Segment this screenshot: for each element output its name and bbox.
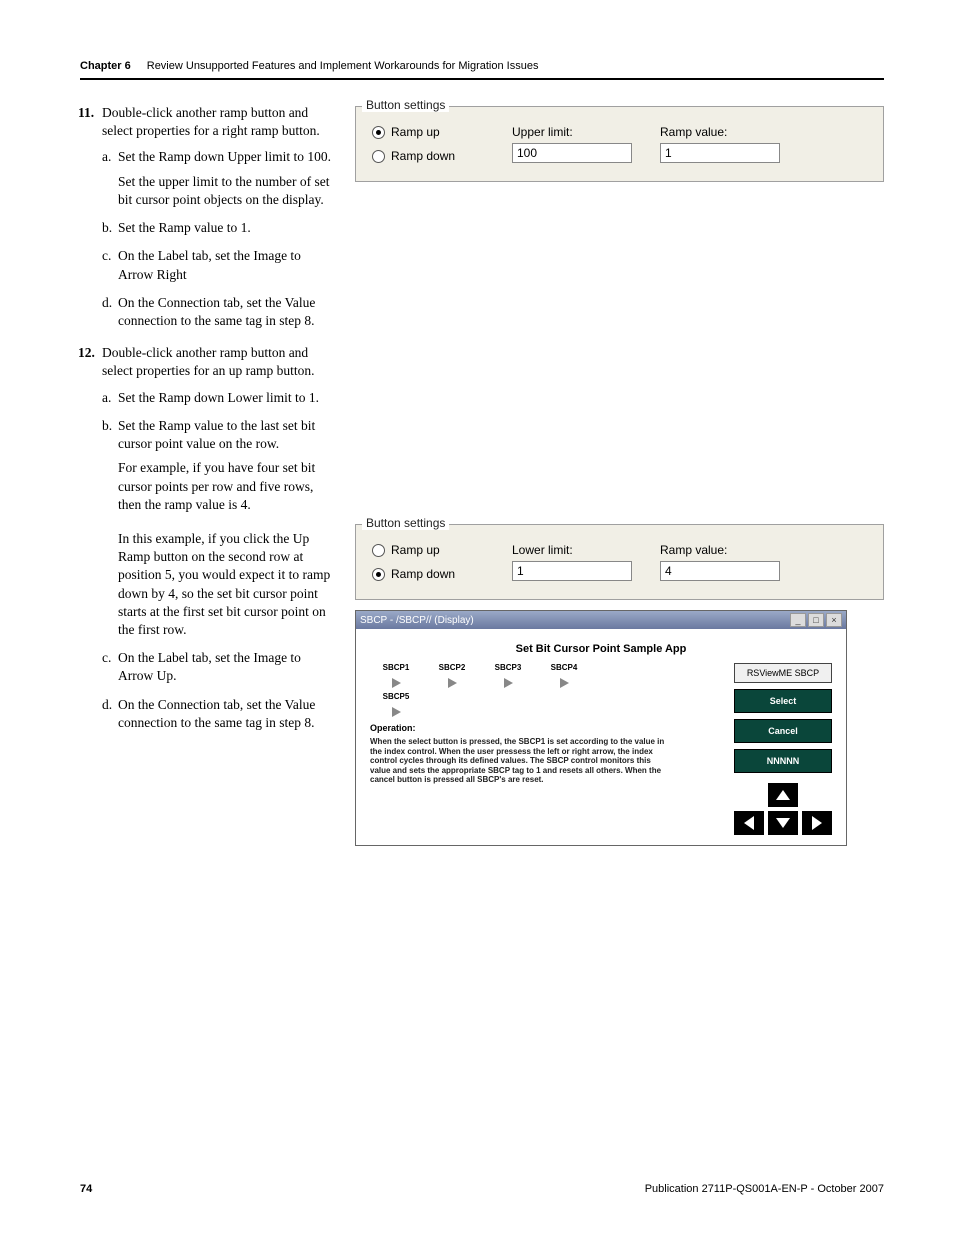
upper-limit-label: Upper limit:	[512, 125, 632, 139]
radio-ramp-up[interactable]: Ramp up	[372, 543, 512, 557]
page-container: Chapter 6 Review Unsupported Features an…	[0, 0, 954, 1235]
radio-ramp-up[interactable]: Ramp up	[372, 125, 512, 139]
arrow-right-icon	[392, 678, 401, 688]
step-12b: Set the Ramp value to the last set bit c…	[118, 418, 315, 451]
page-header: Chapter 6 Review Unsupported Features an…	[80, 60, 884, 80]
step-text: Double-click another ramp button and sel…	[102, 105, 320, 138]
radio-icon	[372, 150, 385, 163]
arrow-right-icon	[504, 678, 513, 688]
sbcp-label: SBCP1	[370, 663, 422, 672]
arrow-right-icon	[392, 707, 401, 717]
maximize-button[interactable]: □	[808, 613, 824, 627]
instructions-col: 11. Double-click another ramp button and…	[80, 104, 335, 846]
step-11a-after: Set the upper limit to the number of set…	[118, 173, 335, 209]
step-number: 11.	[78, 104, 94, 122]
cancel-button[interactable]: Cancel	[734, 719, 832, 743]
operation-text: When the select button is pressed, the S…	[370, 737, 670, 785]
arrow-right-icon	[560, 678, 569, 688]
close-button[interactable]: ×	[826, 613, 842, 627]
arrow-right-button[interactable]	[802, 811, 832, 835]
arrow-left-button[interactable]	[734, 811, 764, 835]
ramp-value-input[interactable]	[660, 561, 780, 581]
lower-limit-label: Lower limit:	[512, 543, 632, 557]
chapter-title: Review Unsupported Features and Implemen…	[147, 60, 539, 72]
step-11d: On the Connection tab, set the Value con…	[118, 295, 315, 328]
step-12b-after2: In this example, if you click the Up Ram…	[118, 530, 335, 639]
step-11b: Set the Ramp value to 1.	[118, 220, 251, 235]
sbcp-label: SBCP2	[426, 663, 478, 672]
sbcp-label: SBCP5	[370, 692, 422, 701]
arrow-down-button[interactable]	[768, 811, 798, 835]
step-12c: On the Label tab, set the Image to Arrow…	[118, 650, 301, 683]
button-settings-fig2: Button settings Ramp up Ramp down Lo	[355, 524, 884, 600]
arrow-left-icon	[744, 816, 754, 830]
step-11a: Set the Ramp down Upper limit to 100.	[118, 149, 331, 164]
radio-ramp-down[interactable]: Ramp down	[372, 149, 512, 163]
app-title: Set Bit Cursor Point Sample App	[370, 643, 832, 655]
side-panel: RSViewME SBCP Select Cancel NNNNN	[680, 663, 832, 835]
step-12b-after1: For example, if you have four set bit cu…	[118, 459, 335, 514]
radio-icon	[372, 544, 385, 557]
radio-ramp-down[interactable]: Ramp down	[372, 567, 512, 581]
lower-limit-input[interactable]	[512, 561, 632, 581]
step-text: Double-click another ramp button and sel…	[102, 345, 315, 378]
fieldset-legend: Button settings	[362, 98, 449, 112]
button-settings-fig1: Button settings Ramp up Ramp down Up	[355, 106, 884, 182]
nnnnn-button[interactable]: NNNNN	[734, 749, 832, 773]
sbcp-area: SBCP1 SBCP2 SBCP3 SBCP4 SBCP5	[370, 663, 670, 835]
fieldset-legend: Button settings	[362, 516, 449, 530]
arrow-right-icon	[812, 816, 822, 830]
sbcp-label: SBCP3	[482, 663, 534, 672]
upper-limit-input[interactable]	[512, 143, 632, 163]
arrow-right-icon	[448, 678, 457, 688]
page-footer: 74 Publication 2711P-QS001A-EN-P - Octob…	[80, 1183, 884, 1195]
content-row: 11. Double-click another ramp button and…	[80, 104, 884, 846]
minimize-button[interactable]: _	[790, 613, 806, 627]
page-number: 74	[80, 1183, 92, 1195]
select-button[interactable]: Select	[734, 689, 832, 713]
step-12a: Set the Ramp down Lower limit to 1.	[118, 390, 319, 405]
arrow-pad	[734, 783, 832, 835]
step-12d: On the Connection tab, set the Value con…	[118, 697, 315, 730]
arrow-down-icon	[776, 818, 790, 828]
publication-info: Publication 2711P-QS001A-EN-P - October …	[645, 1183, 884, 1195]
ramp-value-label: Ramp value:	[660, 543, 780, 557]
step-11: 11. Double-click another ramp button and…	[102, 104, 335, 330]
operation-label: Operation:	[370, 723, 670, 733]
sbcp-display-window: SBCP - /SBCP// (Display) _ □ × Set Bit C…	[355, 610, 847, 846]
step-number: 12.	[78, 344, 95, 362]
ramp-value-input[interactable]	[660, 143, 780, 163]
sbcp-label: SBCP4	[538, 663, 590, 672]
ramp-value-label: Ramp value:	[660, 125, 780, 139]
arrow-up-icon	[776, 790, 790, 800]
radio-selected-icon	[372, 568, 385, 581]
window-title: SBCP - /SBCP// (Display)	[360, 615, 474, 626]
radio-selected-icon	[372, 126, 385, 139]
titlebar: SBCP - /SBCP// (Display) _ □ ×	[356, 611, 846, 629]
step-12: 12. Double-click another ramp button and…	[102, 344, 335, 732]
chapter-label: Chapter 6	[80, 60, 131, 72]
arrow-up-button[interactable]	[768, 783, 798, 807]
step-11c: On the Label tab, set the Image to Arrow…	[118, 248, 301, 281]
rsviewme-label: RSViewME SBCP	[734, 663, 832, 683]
figures-col: Button settings Ramp up Ramp down Up	[355, 104, 884, 846]
